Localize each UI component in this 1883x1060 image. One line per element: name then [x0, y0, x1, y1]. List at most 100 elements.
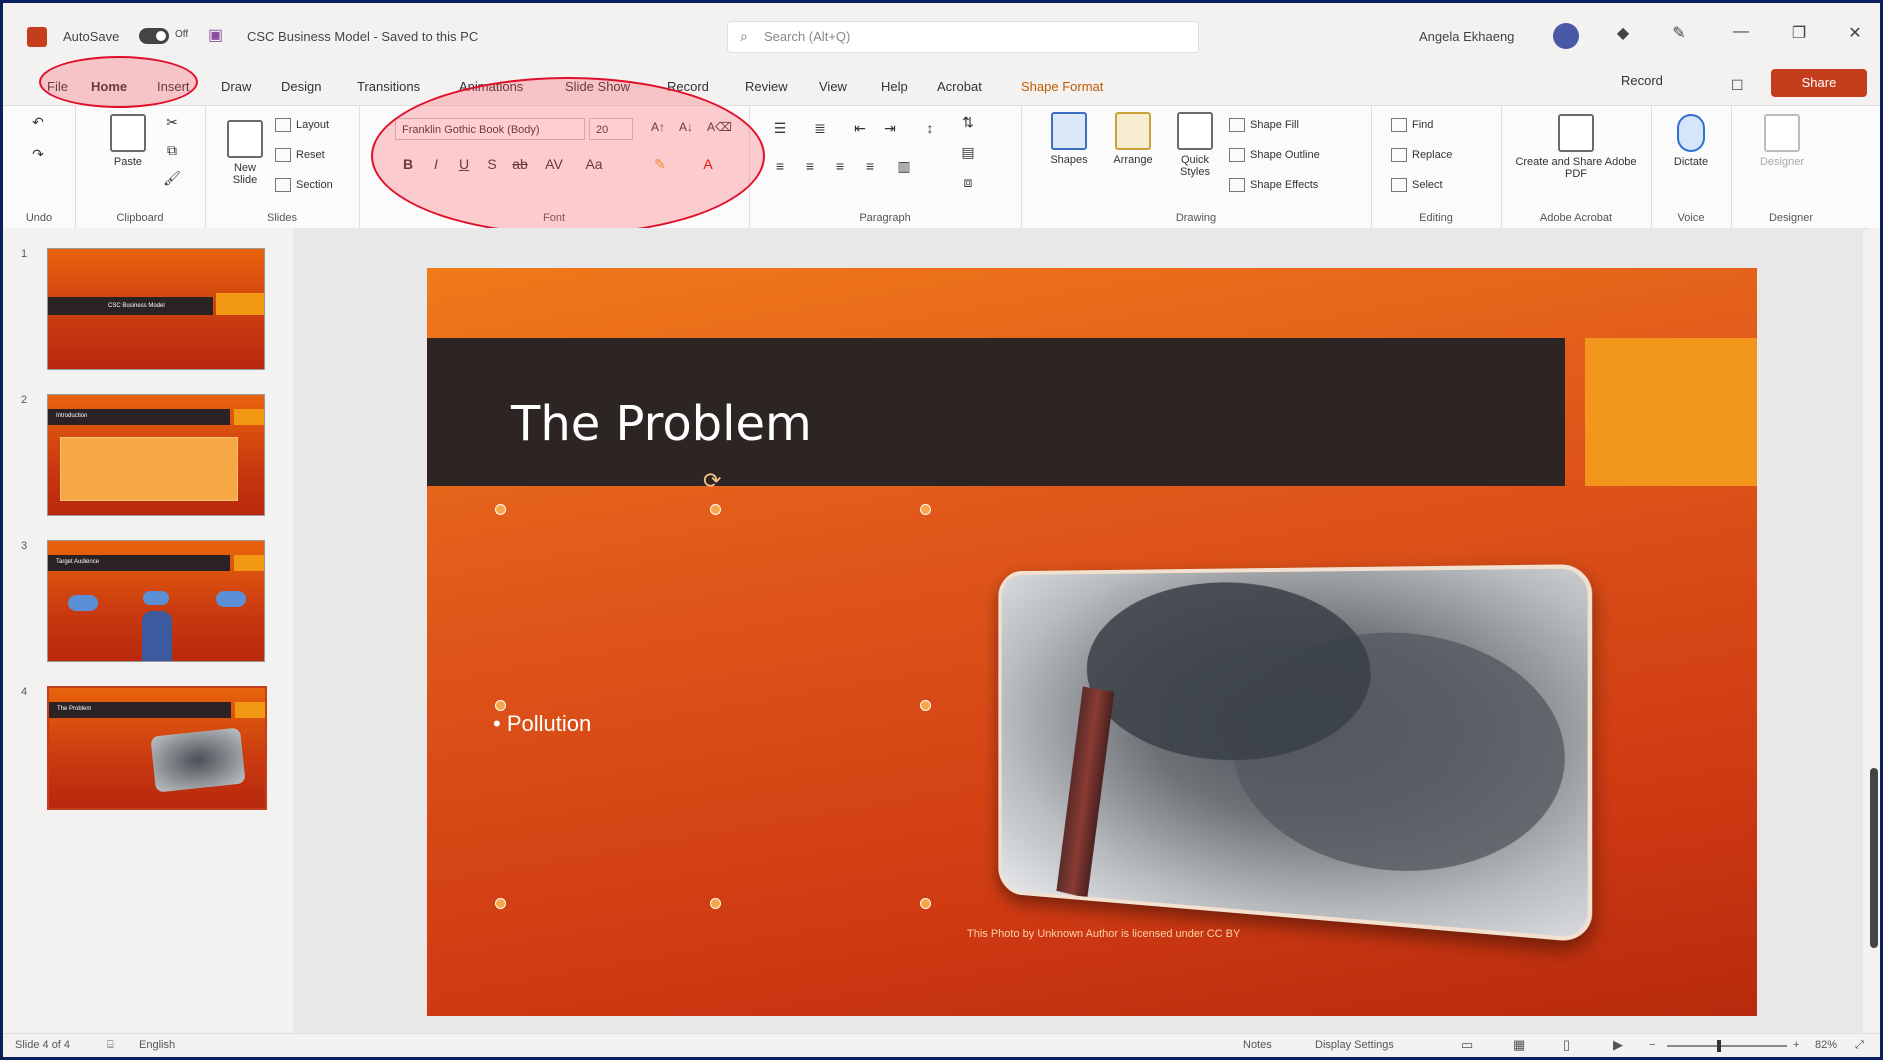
slideshow-view-icon[interactable]: ▶ [1613, 1037, 1623, 1053]
shape-outline-button[interactable]: Shape Outline [1229, 148, 1320, 162]
thumbnail-title: The Problem [57, 706, 92, 712]
pen-icon[interactable]: ✎ [1667, 23, 1691, 43]
shape-outline-icon [1229, 148, 1245, 162]
align-text-icon[interactable]: ▤ [959, 144, 977, 161]
resize-handle[interactable] [920, 700, 931, 711]
vertical-scrollbar[interactable] [1868, 228, 1880, 1033]
format-painter-icon[interactable]: 🖌 [163, 170, 181, 187]
copy-icon[interactable]: ⧉ [163, 142, 181, 159]
find-button[interactable]: Find [1391, 118, 1433, 132]
undo-icon[interactable]: ↶ [29, 114, 47, 131]
decrease-indent-icon[interactable]: ⇤ [851, 120, 869, 137]
powerpoint-window: AutoSave Off ▣ CSC Business Model - Save… [3, 3, 1880, 1057]
save-icon[interactable]: ▣ [208, 25, 223, 45]
tab-draw[interactable]: Draw [221, 79, 251, 94]
columns-icon[interactable]: ▥ [895, 158, 913, 175]
select-button[interactable]: Select [1391, 178, 1443, 192]
align-center-icon[interactable]: ≡ [801, 158, 819, 174]
bullet-text[interactable]: • Pollution [493, 711, 591, 737]
tab-help[interactable]: Help [881, 79, 908, 94]
layout-button[interactable]: Layout [275, 118, 329, 132]
resize-handle[interactable] [920, 504, 931, 515]
close-icon[interactable]: ✕ [1843, 23, 1867, 43]
maximize-icon[interactable]: ❐ [1787, 23, 1811, 43]
zoom-out-icon[interactable]: − [1649, 1039, 1655, 1051]
reset-button[interactable]: Reset [275, 148, 325, 162]
tab-shape-format[interactable]: Shape Format [1021, 79, 1103, 94]
document-title[interactable]: CSC Business Model - Saved to this PC [247, 29, 478, 44]
zoom-slider-thumb[interactable] [1717, 1040, 1721, 1052]
search-box[interactable]: ⌕ Search (Alt+Q) [727, 21, 1199, 53]
resize-handle[interactable] [920, 898, 931, 909]
slide[interactable]: The Problem ⟳ • Pollution This Photo by … [427, 268, 1757, 1016]
tab-view[interactable]: View [819, 79, 847, 94]
slide-thumbnail-3[interactable]: Target Audience [47, 540, 265, 662]
adobe-pdf-button[interactable]: Create and Share Adobe PDF [1513, 114, 1639, 180]
notes-button[interactable]: Notes [1243, 1039, 1272, 1051]
scrollbar-thumb[interactable] [1870, 768, 1878, 948]
ribbon: ↶ ↷ Undo Paste ✂ ⧉ 🖌 Clipboard New Slide… [3, 105, 1880, 229]
autosave-toggle[interactable] [139, 28, 169, 44]
language-label[interactable]: English [139, 1039, 175, 1051]
normal-view-icon[interactable]: ▭ [1461, 1037, 1473, 1053]
cut-icon[interactable]: ✂ [163, 114, 181, 131]
record-button[interactable]: Record [1621, 73, 1663, 88]
photo-caption[interactable]: This Photo by Unknown Author is licensed… [967, 928, 1240, 940]
share-button[interactable]: Share [1771, 69, 1867, 97]
resize-handle[interactable] [495, 504, 506, 515]
reading-view-icon[interactable]: ▯ [1563, 1037, 1570, 1053]
resize-handle[interactable] [495, 700, 506, 711]
tab-review[interactable]: Review [745, 79, 788, 94]
slide-thumbnail-2[interactable]: Introduction [47, 394, 265, 516]
accessibility-icon[interactable]: ⌸ [107, 1039, 114, 1052]
user-name[interactable]: Angela Ekhaeng [1419, 29, 1514, 44]
avatar[interactable] [1553, 23, 1579, 49]
shape-effects-button[interactable]: Shape Effects [1229, 178, 1318, 192]
tab-design[interactable]: Design [281, 79, 321, 94]
section-icon [275, 178, 291, 192]
arrange-button[interactable]: Arrange [1105, 112, 1161, 166]
resize-handle[interactable] [495, 898, 506, 909]
thumbnail-number: 1 [21, 248, 28, 260]
pollution-photo[interactable] [998, 564, 1593, 944]
quick-styles-button[interactable]: Quick Styles [1169, 112, 1221, 178]
zoom-slider[interactable] [1667, 1045, 1787, 1047]
resize-handle[interactable] [710, 504, 721, 515]
section-button[interactable]: Section [275, 178, 333, 192]
paste-button[interactable]: Paste [103, 114, 153, 168]
align-left-icon[interactable]: ≡ [771, 158, 789, 174]
slide-sorter-icon[interactable]: ▦ [1513, 1037, 1525, 1053]
slide-count: Slide 4 of 4 [15, 1039, 71, 1051]
text-direction-icon[interactable]: ⇅ [959, 114, 977, 131]
numbering-icon[interactable]: ≣ [811, 120, 829, 137]
slide-thumbnail-1[interactable]: CSC Business Model [47, 248, 265, 370]
slide-title[interactable]: The Problem [511, 396, 812, 452]
tab-transitions[interactable]: Transitions [357, 79, 420, 94]
display-settings-button[interactable]: Display Settings [1315, 1039, 1394, 1051]
shapes-button[interactable]: Shapes [1041, 112, 1097, 166]
redo-icon[interactable]: ↷ [29, 146, 47, 163]
accent-square [1585, 338, 1757, 486]
thumbnail-bubble [216, 591, 246, 607]
line-spacing-icon[interactable]: ↕ [921, 120, 939, 136]
dictate-button[interactable]: Dictate [1663, 114, 1719, 168]
replace-button[interactable]: Replace [1391, 148, 1452, 162]
minimize-icon[interactable]: — [1729, 23, 1753, 41]
slide-thumbnail-4-selected[interactable]: The Problem [47, 686, 267, 810]
zoom-in-icon[interactable]: + [1793, 1039, 1799, 1051]
smartart-icon[interactable]: ⧈ [959, 174, 977, 191]
diamond-icon[interactable]: ◆ [1611, 23, 1635, 43]
align-right-icon[interactable]: ≡ [831, 158, 849, 174]
justify-icon[interactable]: ≡ [861, 158, 879, 174]
bullets-icon[interactable]: ☰ [771, 120, 789, 137]
designer-button[interactable]: Designer [1747, 114, 1817, 168]
shape-fill-button[interactable]: Shape Fill [1229, 118, 1299, 132]
rotate-handle-icon[interactable]: ⟳ [703, 468, 721, 494]
new-slide-button[interactable]: New Slide [221, 120, 269, 186]
increase-indent-icon[interactable]: ⇥ [881, 120, 899, 137]
zoom-level[interactable]: 82% [1815, 1039, 1837, 1051]
resize-handle[interactable] [710, 898, 721, 909]
tab-acrobat[interactable]: Acrobat [937, 79, 982, 94]
fit-slide-icon[interactable]: ⤢ [1855, 1039, 1864, 1052]
comments-icon[interactable]: ☐ [1731, 77, 1744, 94]
